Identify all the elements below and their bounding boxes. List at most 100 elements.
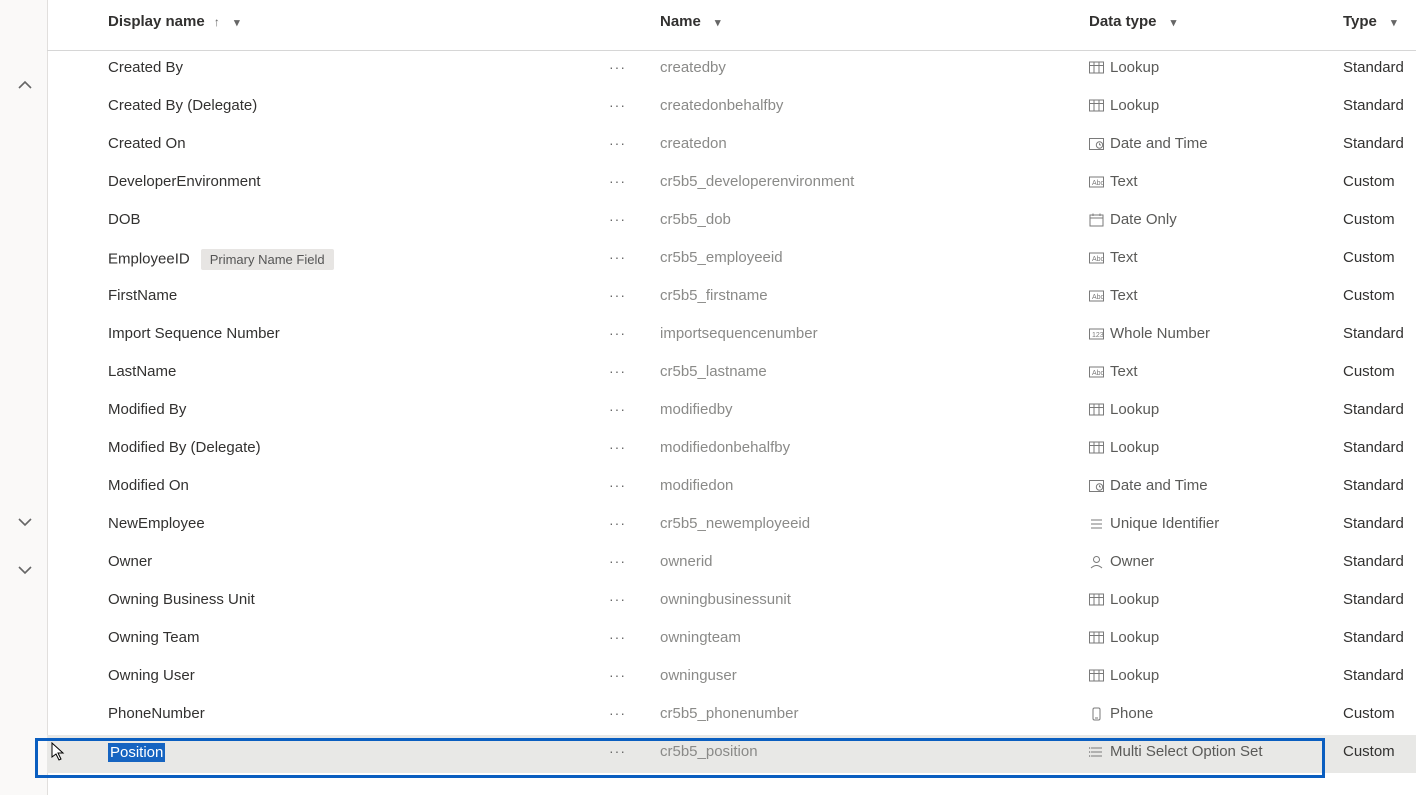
row-more-actions[interactable]: ··· <box>609 515 626 531</box>
table-row[interactable]: Owning Team···owningteamLookupStandard <box>47 621 1416 659</box>
table-row[interactable]: Modified By···modifiedbyLookupStandard <box>47 393 1416 431</box>
table-row[interactable]: Created On···createdonDate and TimeStand… <box>47 127 1416 165</box>
table-row[interactable]: DeveloperEnvironment···cr5b5_developeren… <box>47 165 1416 203</box>
cell-type: Custom <box>1343 249 1395 266</box>
lookup-icon <box>1089 669 1104 683</box>
table-row[interactable]: LastName···cr5b5_lastnameAbcTextCustom <box>47 355 1416 393</box>
row-more-actions[interactable]: ··· <box>609 363 626 379</box>
table-row[interactable]: FirstName···cr5b5_firstnameAbcTextCustom <box>47 279 1416 317</box>
svg-text:123: 123 <box>1092 332 1104 339</box>
cell-datatype-label: Lookup <box>1110 591 1159 608</box>
cell-display-name: LastName <box>108 363 176 380</box>
col-display-name[interactable]: Display name ↑ ▾ <box>108 13 240 30</box>
row-more-actions[interactable]: ··· <box>609 591 626 607</box>
table-row[interactable]: Modified By (Delegate)···modifiedonbehal… <box>47 431 1416 469</box>
cell-name: importsequencenumber <box>660 325 818 342</box>
cell-display-name: Import Sequence Number <box>108 325 280 342</box>
cell-name: cr5b5_developerenvironment <box>660 173 854 190</box>
svg-text:Abc: Abc <box>1092 294 1104 301</box>
cell-datatype: Unique Identifier <box>1089 515 1219 532</box>
row-more-actions[interactable]: ··· <box>609 173 626 189</box>
svg-text:Abc: Abc <box>1092 256 1104 263</box>
table-row[interactable]: Created By···createdbyLookupStandard <box>47 51 1416 89</box>
row-more-actions[interactable]: ··· <box>609 553 626 569</box>
cell-datatype: AbcText <box>1089 287 1138 304</box>
table-row[interactable]: Created By (Delegate)···createdonbehalfb… <box>47 89 1416 127</box>
cell-datatype-label: Owner <box>1110 553 1154 570</box>
table-row[interactable]: Owning User···owninguserLookupStandard <box>47 659 1416 697</box>
cell-datatype: Lookup <box>1089 439 1159 456</box>
cell-display-name: Owning Team <box>108 629 199 646</box>
cell-name: cr5b5_newemployeeid <box>660 515 810 532</box>
cell-name: createdby <box>660 59 726 76</box>
phone-icon <box>1089 707 1104 721</box>
table-row[interactable]: Position···cr5b5_positionMulti Select Op… <box>47 735 1416 773</box>
svg-text:Abc: Abc <box>1092 370 1104 377</box>
col-name-label: Name <box>660 13 701 30</box>
row-more-actions[interactable]: ··· <box>609 629 626 645</box>
row-more-actions[interactable]: ··· <box>609 705 626 721</box>
cell-name: cr5b5_lastname <box>660 363 767 380</box>
row-more-actions[interactable]: ··· <box>609 325 626 341</box>
table-row[interactable]: Import Sequence Number ··· importsequencen… <box>47 317 1416 355</box>
cell-type: Standard <box>1343 401 1404 418</box>
col-name[interactable]: Name ▾ <box>660 13 721 30</box>
cell-datatype-label: Phone <box>1110 705 1153 722</box>
cell-name: cr5b5_employeeid <box>660 249 783 266</box>
table-row[interactable]: PhoneNumber···cr5b5_phonenumberPhoneCust… <box>47 697 1416 735</box>
cell-datatype-label: Whole Number <box>1110 325 1210 342</box>
cell-datatype-label: Lookup <box>1110 667 1159 684</box>
row-more-actions[interactable]: ··· <box>609 439 626 455</box>
row-more-actions[interactable]: ··· <box>609 287 626 303</box>
owner-icon <box>1089 555 1104 569</box>
row-more-actions[interactable]: ··· <box>609 211 626 227</box>
text-icon: Abc <box>1089 289 1104 303</box>
cell-datatype-label: Lookup <box>1110 59 1159 76</box>
cell-name: owningteam <box>660 629 741 646</box>
cell-display-name: EmployeeIDPrimary Name Field <box>108 249 334 270</box>
cell-display-name: Owner <box>108 553 152 570</box>
row-more-actions[interactable]: ··· <box>609 97 626 113</box>
fields-table: Display name ↑ ▾ Name ▾ Data type ▾ Type… <box>47 0 1416 795</box>
row-more-actions[interactable]: ··· <box>609 59 626 75</box>
row-more-actions[interactable]: ··· <box>609 743 626 759</box>
cell-datatype: Lookup <box>1089 97 1159 114</box>
table-row[interactable]: Owning Business Unit···owningbusinessuni… <box>47 583 1416 621</box>
cell-type: Custom <box>1343 173 1395 190</box>
cell-datatype-label: Date Only <box>1110 211 1177 228</box>
col-datatype[interactable]: Data type ▾ <box>1089 13 1176 30</box>
cell-name: cr5b5_phonenumber <box>660 705 798 722</box>
row-more-actions[interactable]: ··· <box>609 249 626 265</box>
table-row[interactable]: DOB···cr5b5_dobDate OnlyCustom <box>47 203 1416 241</box>
text-icon: Abc <box>1089 175 1104 189</box>
table-row[interactable]: Owner···owneridOwnerStandard <box>47 545 1416 583</box>
row-more-actions[interactable]: ··· <box>609 401 626 417</box>
cell-datatype-label: Unique Identifier <box>1110 515 1219 532</box>
cell-display-name: Position <box>108 743 165 762</box>
lookup-icon <box>1089 403 1104 417</box>
cell-datatype: Lookup <box>1089 667 1159 684</box>
table-header: Display name ↑ ▾ Name ▾ Data type ▾ Type… <box>47 0 1416 51</box>
row-more-actions[interactable]: ··· <box>609 135 626 151</box>
cell-name: modifiedby <box>660 401 733 418</box>
cell-name: owningbusinessunit <box>660 591 791 608</box>
table-row[interactable]: NewEmployee···cr5b5_newemployeeidUnique … <box>47 507 1416 545</box>
cell-type: Custom <box>1343 211 1395 228</box>
cell-type: Standard <box>1343 629 1404 646</box>
cell-datatype-label: Text <box>1110 173 1138 190</box>
datetime-icon <box>1089 479 1104 493</box>
cell-display-name: Created On <box>108 135 186 152</box>
cell-datatype: Date Only <box>1089 211 1177 228</box>
row-more-actions[interactable]: ··· <box>609 477 626 493</box>
expand-section-1[interactable] <box>17 77 33 93</box>
table-row[interactable]: EmployeeIDPrimary Name Field ··· cr5b5_emp… <box>47 241 1416 279</box>
collapse-section-3[interactable] <box>17 562 33 578</box>
multiselect-icon <box>1089 745 1104 759</box>
row-more-actions[interactable]: ··· <box>609 667 626 683</box>
col-type[interactable]: Type ▾ <box>1343 13 1397 30</box>
chevron-down-icon: ▾ <box>1171 16 1177 29</box>
collapse-section-2[interactable] <box>17 514 33 530</box>
cell-datatype-label: Date and Time <box>1110 135 1208 152</box>
table-row[interactable]: Modified On···modifiedonDate and TimeSta… <box>47 469 1416 507</box>
cell-type: Standard <box>1343 553 1404 570</box>
